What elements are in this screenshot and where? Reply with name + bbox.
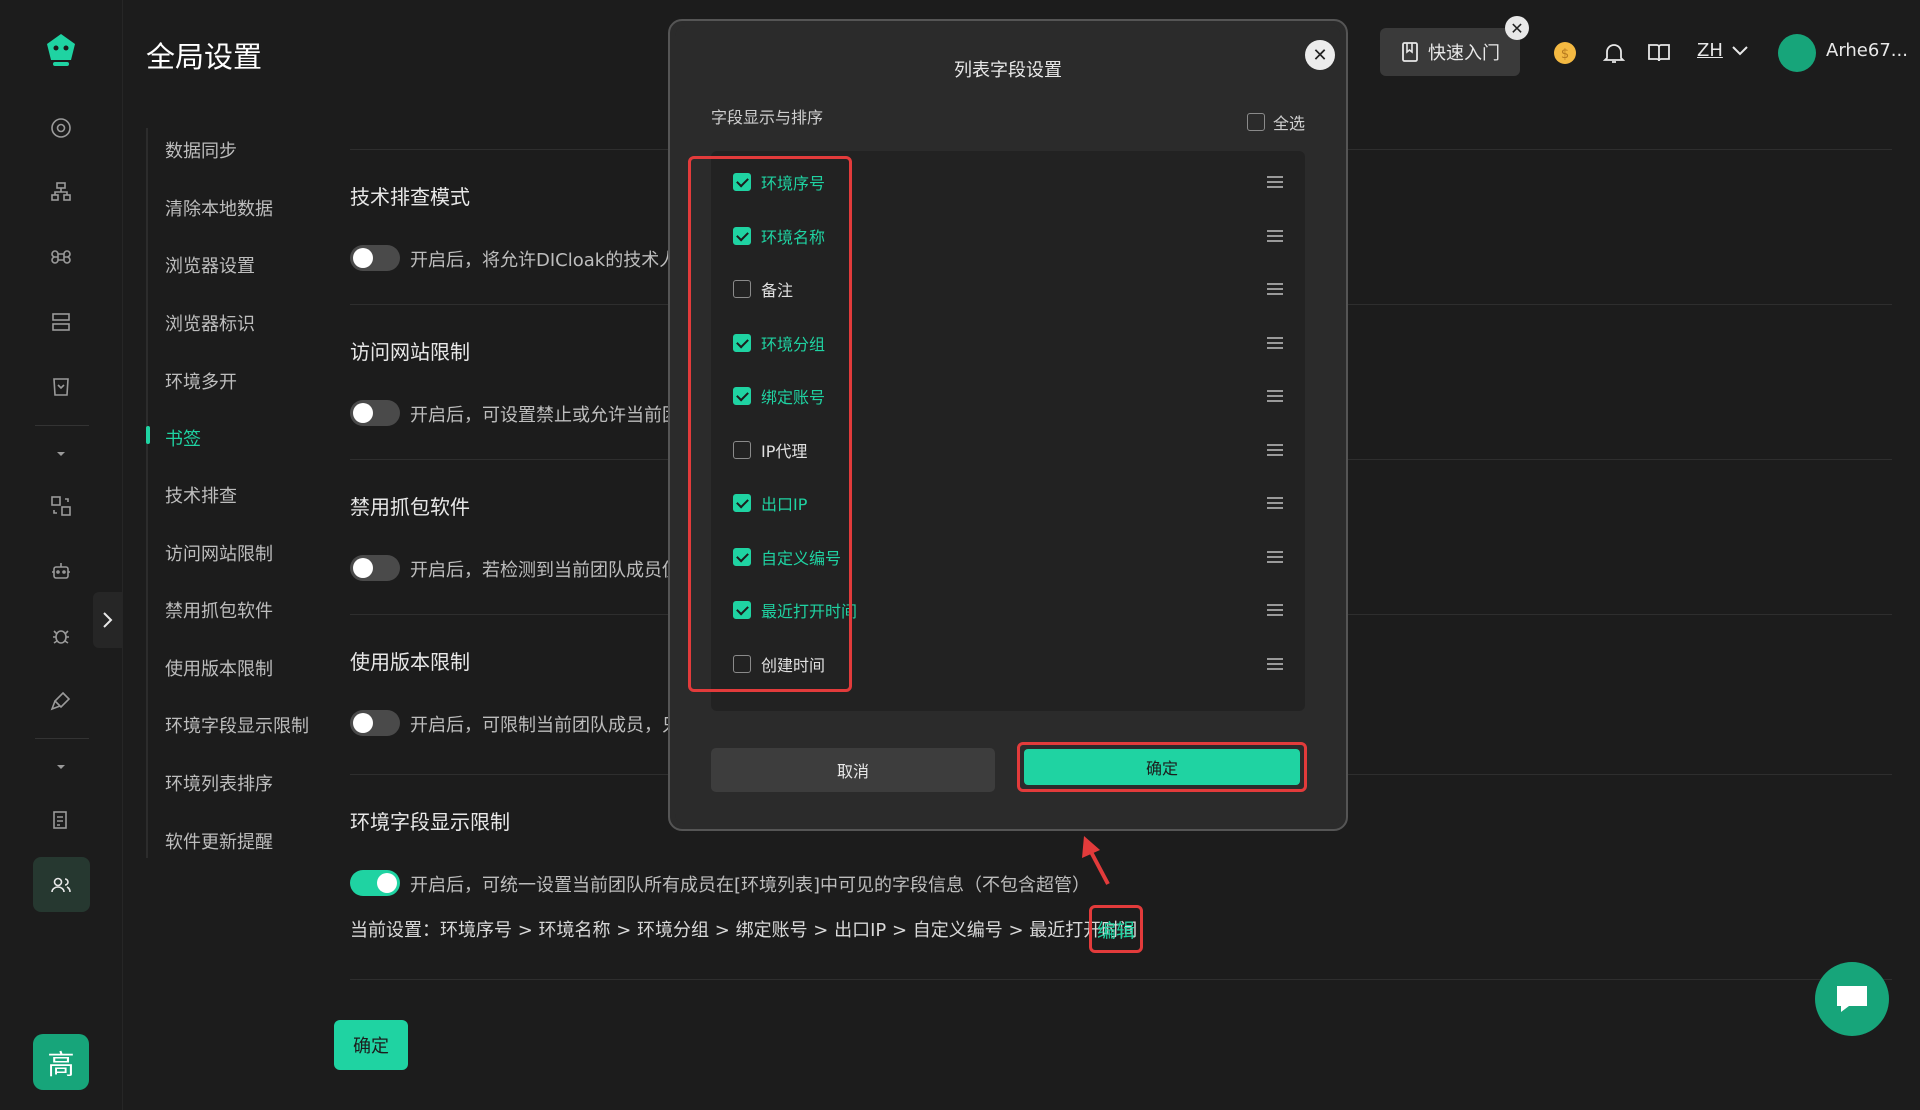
close-quick-start-icon[interactable]: ✕ [1505, 16, 1529, 40]
chevron-down-icon[interactable] [1731, 44, 1749, 58]
section-title-capture-block: 禁用抓包软件 [350, 495, 470, 519]
section-title-troubleshoot: 技术排查模式 [350, 185, 470, 209]
chevron-right-icon [103, 612, 113, 628]
subnav-item-data-sync[interactable]: 数据同步 [165, 137, 237, 163]
robot-icon[interactable] [47, 557, 75, 585]
collapse-toggle[interactable] [93, 592, 123, 648]
section-desc-version-limit: 开启后，可限制当前团队成员，只 [410, 715, 680, 736]
quick-start-button[interactable]: 快速入门 [1380, 28, 1520, 76]
command-icon[interactable] [47, 243, 75, 271]
annotation-arrow-icon-2 [1082, 836, 1110, 885]
chat-support-button[interactable] [1815, 962, 1889, 1036]
subnav-item-update-reminder[interactable]: 软件更新提醒 [165, 828, 273, 854]
docs-icon[interactable] [1646, 40, 1672, 66]
confirm-highlight: 确定 [1017, 742, 1307, 792]
subnav-item-troubleshoot[interactable]: 技术排查 [165, 482, 237, 508]
group-icon[interactable] [47, 178, 75, 206]
current-setting-text: 当前设置：环境序号 > 环境名称 > 环境分组 > 绑定账号 > 出口IP > … [350, 920, 1138, 941]
drag-handle-icon[interactable] [1267, 176, 1283, 188]
toggle-site-limit[interactable] [350, 400, 400, 426]
confirm-button[interactable]: 确定 [1024, 749, 1300, 785]
cancel-button[interactable]: 取消 [711, 748, 995, 792]
left-rail: 高 [0, 0, 123, 1110]
divider [350, 979, 1892, 980]
quick-start-label: 快速入门 [1428, 43, 1500, 64]
drag-handle-icon[interactable] [1267, 604, 1283, 616]
select-all-checkbox[interactable]: 全选 [1247, 110, 1305, 134]
team-icon[interactable] [47, 871, 75, 899]
plugin-icon[interactable] [47, 687, 75, 715]
drag-handle-icon[interactable] [1267, 230, 1283, 242]
subnav-item-site-limit[interactable]: 访问网站限制 [165, 540, 273, 566]
dialog-title: 列表字段设置 [954, 60, 1062, 81]
workspace-avatar[interactable]: 高 [33, 1034, 89, 1090]
bug-icon[interactable] [47, 622, 75, 650]
caret-down-icon-2[interactable] [47, 753, 75, 781]
subnav-item-list-sort[interactable]: 环境列表排序 [165, 770, 273, 796]
active-indicator [146, 426, 150, 444]
dialog-body: 列表字段设置 ✕ 字段显示与排序 全选 环境序号 环境名称 备注 环境分组 绑定… [675, 26, 1341, 824]
caret-down-icon[interactable] [47, 440, 75, 468]
subnav-item-bookmarks[interactable]: 书签 [165, 425, 201, 451]
drag-handle-icon[interactable] [1267, 283, 1283, 295]
subnav-item-browser-settings[interactable]: 浏览器设置 [165, 252, 255, 278]
section-title-site-limit: 访问网站限制 [350, 340, 470, 364]
sync-icon[interactable] [47, 492, 75, 520]
language-selector[interactable]: ZH [1697, 40, 1723, 61]
subnav-item-clear-local[interactable]: 清除本地数据 [165, 195, 273, 221]
coin-icon[interactable]: $ [1552, 40, 1578, 66]
toggle-troubleshoot[interactable] [350, 245, 400, 271]
toggle-version-limit[interactable] [350, 710, 400, 736]
extension-icon[interactable] [47, 373, 75, 401]
server-icon[interactable] [47, 308, 75, 336]
drag-handle-icon[interactable] [1267, 497, 1283, 509]
user-name[interactable]: Arhe67... [1826, 40, 1908, 61]
subnav-item-multi-open[interactable]: 环境多开 [165, 368, 237, 394]
subnav-item-capture-block[interactable]: 禁用抓包软件 [165, 597, 273, 623]
book-icon [1402, 42, 1418, 62]
app-logo-icon [47, 34, 75, 66]
drag-handle-icon[interactable] [1267, 337, 1283, 349]
subnav-item-field-limit[interactable]: 环境字段显示限制 [165, 712, 309, 738]
field-settings-dialog: 列表字段设置 ✕ 字段显示与排序 全选 环境序号 环境名称 备注 环境分组 绑定… [668, 19, 1348, 831]
save-settings-button[interactable]: 确定 [334, 1020, 408, 1070]
highlight-box [688, 156, 852, 692]
bell-icon[interactable] [1601, 40, 1627, 66]
subnav-item-browser-id[interactable]: 浏览器标识 [165, 310, 255, 336]
drag-handle-icon[interactable] [1267, 551, 1283, 563]
drag-handle-icon[interactable] [1267, 390, 1283, 402]
toggle-capture-block[interactable] [350, 555, 400, 581]
toggle-field-limit[interactable] [350, 870, 400, 896]
edit-link[interactable]: 编辑 [1089, 905, 1143, 953]
section-desc-capture-block: 开启后，若检测到当前团队成员使 [410, 560, 680, 581]
section-desc-troubleshoot: 开启后，将允许DICloak的技术人员 [410, 250, 696, 271]
settings-subnav: 数据同步 清除本地数据 浏览器设置 浏览器标识 环境多开 书签 技术排查 访问网… [146, 128, 309, 858]
user-avatar[interactable] [1778, 34, 1816, 72]
subnav-item-version-limit[interactable]: 使用版本限制 [165, 655, 273, 681]
page-title: 全局设置 [146, 40, 263, 74]
browser-icon[interactable] [47, 114, 75, 142]
section-title-version-limit: 使用版本限制 [350, 650, 470, 674]
section-desc-field-limit: 开启后，可统一设置当前团队所有成员在[环境列表]中可见的字段信息（不包含超管） [410, 875, 1091, 896]
log-icon[interactable] [47, 806, 75, 834]
chat-icon [1837, 986, 1867, 1012]
select-all-box[interactable] [1247, 113, 1265, 131]
close-icon[interactable]: ✕ [1305, 40, 1335, 70]
select-all-label: 全选 [1273, 114, 1306, 133]
drag-handle-icon[interactable] [1267, 658, 1283, 670]
app-root: 高 全局设置 数据同步 清除本地数据 浏览器设置 浏览器标识 环境多开 书签 技… [0, 0, 1920, 1110]
dialog-subtitle: 字段显示与排序 [711, 108, 824, 127]
section-title-field-limit: 环境字段显示限制 [350, 810, 510, 834]
section-desc-site-limit: 开启后，可设置禁止或允许当前团 [410, 405, 680, 426]
drag-handle-icon[interactable] [1267, 444, 1283, 456]
svg-text:$: $ [1561, 47, 1569, 62]
